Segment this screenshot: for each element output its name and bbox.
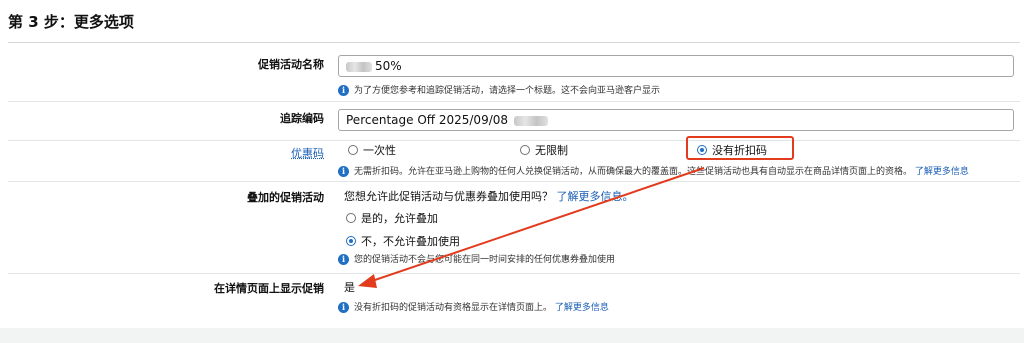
annotation-arrow-line [371,167,705,282]
annotation-arrow-head [358,274,377,288]
page-footer-bar [0,328,1024,343]
annotation-arrow [358,167,705,288]
